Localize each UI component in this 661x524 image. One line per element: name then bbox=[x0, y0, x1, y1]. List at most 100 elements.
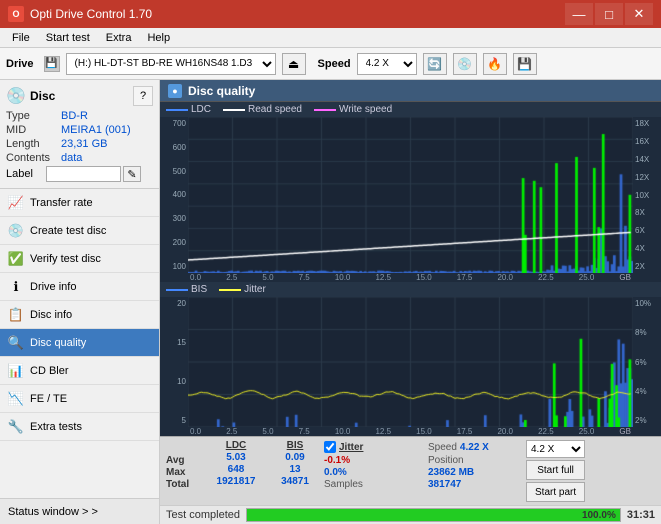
disc-quality-label: Disc quality bbox=[30, 337, 86, 349]
drive-icon: 💾 bbox=[44, 56, 60, 72]
sidebar-item-fe-te[interactable]: 📉 FE / TE bbox=[0, 385, 159, 413]
length-label: Length bbox=[6, 138, 61, 150]
sidebar-item-verify-test-disc[interactable]: ✅ Verify test disc bbox=[0, 245, 159, 273]
sidebar-item-extra-tests[interactable]: 🔧 Extra tests bbox=[0, 413, 159, 441]
jitter-max: 0.0% bbox=[324, 467, 424, 478]
legend-top: LDC Read speed Write speed bbox=[160, 102, 661, 117]
disc-quality-icon: 🔍 bbox=[8, 335, 24, 351]
disc-info-label: Disc info bbox=[30, 309, 72, 321]
fe-te-label: FE / TE bbox=[30, 393, 67, 405]
cd-bler-icon: 📊 bbox=[8, 363, 24, 379]
menu-extra[interactable]: Extra bbox=[98, 30, 140, 46]
top-y-axis-left: 700 600 500 400 300 200 100 bbox=[160, 117, 188, 273]
sidebar-item-transfer-rate[interactable]: 📈 Transfer rate bbox=[0, 189, 159, 217]
total-label: Total bbox=[166, 479, 202, 490]
start-full-button[interactable]: Start full bbox=[526, 460, 585, 480]
bottom-y-axis-right: 10% 8% 6% 4% 2% bbox=[633, 297, 661, 427]
write-speed-legend: Write speed bbox=[314, 104, 392, 115]
bis-total: 34871 bbox=[281, 476, 309, 487]
refresh-button[interactable]: 🔄 bbox=[423, 53, 447, 75]
bottom-chart-canvas bbox=[188, 297, 633, 427]
position-label: Position bbox=[428, 455, 518, 466]
samples-label: Samples bbox=[324, 479, 424, 490]
ldc-avg: 5.03 bbox=[226, 452, 245, 463]
right-panel: ● Disc quality LDC Read speed Write spee… bbox=[160, 80, 661, 524]
sidebar-item-disc-quality[interactable]: 🔍 Disc quality bbox=[0, 329, 159, 357]
top-x-axis: 0.02.55.07.510.012.515.017.520.022.525.0… bbox=[160, 273, 661, 282]
toolbar: Drive 💾 (H:) HL-DT-ST BD-RE WH16NS48 1.D… bbox=[0, 48, 661, 80]
contents-value: data bbox=[61, 152, 82, 164]
label-input[interactable] bbox=[46, 166, 121, 182]
extra-tests-icon: 🔧 bbox=[8, 419, 24, 435]
mid-label: MID bbox=[6, 124, 61, 136]
bis-avg: 0.09 bbox=[285, 452, 304, 463]
drive-info-label: Drive info bbox=[30, 281, 76, 293]
ldc-legend: LDC bbox=[166, 104, 211, 115]
bottom-chart-container: 20 15 10 5 10% 8% 6% 4% 2% bbox=[160, 297, 661, 427]
progress-fill bbox=[247, 509, 620, 521]
sidebar-item-cd-bler[interactable]: 📊 CD Bler bbox=[0, 357, 159, 385]
length-value: 23,31 GB bbox=[61, 138, 107, 150]
eject-button[interactable]: ⏏ bbox=[282, 53, 306, 75]
stats-labels-col: Avg Max Total bbox=[166, 440, 202, 490]
jitter-legend: Jitter bbox=[219, 284, 266, 295]
avg-label: Avg bbox=[166, 455, 202, 466]
disc-title: Disc bbox=[30, 89, 55, 103]
status-text: Test completed bbox=[166, 509, 240, 521]
disc-quality-header: ● Disc quality bbox=[160, 80, 661, 102]
title-bar: O Opti Drive Control 1.70 — □ ✕ bbox=[0, 0, 661, 28]
sidebar-item-create-test-disc[interactable]: 💿 Create test disc bbox=[0, 217, 159, 245]
status-window[interactable]: Status window > > bbox=[0, 498, 159, 524]
fe-te-icon: 📉 bbox=[8, 391, 24, 407]
disc-info-button[interactable]: ? bbox=[133, 86, 153, 106]
menu-file[interactable]: File bbox=[4, 30, 38, 46]
menu-help[interactable]: Help bbox=[139, 30, 178, 46]
disc-quality-header-icon: ● bbox=[168, 84, 182, 98]
close-button[interactable]: ✕ bbox=[625, 3, 653, 25]
burn-button[interactable]: 🔥 bbox=[483, 53, 507, 75]
ldc-col: LDC 5.03 648 1921817 bbox=[206, 440, 266, 487]
menu-bar: File Start test Extra Help bbox=[0, 28, 661, 48]
stats-area: Avg Max Total LDC 5.03 648 1921817 BIS 0… bbox=[160, 436, 661, 505]
app-icon: O bbox=[8, 6, 24, 22]
jitter-legend-label: Jitter bbox=[244, 284, 266, 295]
bis-legend: BIS bbox=[166, 284, 207, 295]
disc-quality-title: Disc quality bbox=[188, 84, 255, 98]
speed-label: Speed bbox=[318, 58, 351, 70]
mid-value: MEIRA1 (001) bbox=[61, 124, 131, 136]
bis-max: 13 bbox=[289, 464, 300, 475]
drive-select[interactable]: (H:) HL-DT-ST BD-RE WH16NS48 1.D3 bbox=[66, 53, 276, 75]
create-test-disc-label: Create test disc bbox=[30, 225, 106, 237]
speed-select[interactable]: 4.2 X bbox=[357, 53, 417, 75]
disc-button[interactable]: 💿 bbox=[453, 53, 477, 75]
top-y-axis-right: 18X 16X 14X 12X 10X 8X 6X 4X 2X bbox=[633, 117, 661, 273]
ldc-legend-label: LDC bbox=[191, 104, 211, 115]
main-content: 💿 Disc ? Type BD-R MID MEIRA1 (001) Leng… bbox=[0, 80, 661, 524]
maximize-button[interactable]: □ bbox=[595, 3, 623, 25]
speed-position-col: Speed 4.22 X Position 23862 MB 381747 bbox=[428, 440, 518, 490]
drive-info-icon: ℹ bbox=[8, 279, 24, 295]
top-chart-canvas bbox=[188, 117, 633, 273]
legend-bottom: BIS Jitter bbox=[160, 282, 661, 297]
minimize-button[interactable]: — bbox=[565, 3, 593, 25]
start-part-button[interactable]: Start part bbox=[526, 482, 585, 502]
label-button[interactable]: ✎ bbox=[123, 166, 141, 182]
max-label: Max bbox=[166, 467, 202, 478]
time-display: 31:31 bbox=[627, 509, 655, 521]
jitter-checkbox[interactable] bbox=[324, 441, 336, 453]
speed-dropdown[interactable]: 4.2 X bbox=[526, 440, 585, 458]
app-title: Opti Drive Control 1.70 bbox=[30, 7, 565, 21]
menu-start-test[interactable]: Start test bbox=[38, 30, 98, 46]
speed-stat-label: Speed bbox=[428, 442, 457, 453]
transfer-rate-icon: 📈 bbox=[8, 195, 24, 211]
save-button[interactable]: 💾 bbox=[513, 53, 537, 75]
bis-legend-label: BIS bbox=[191, 284, 207, 295]
sidebar: 💿 Disc ? Type BD-R MID MEIRA1 (001) Leng… bbox=[0, 80, 160, 524]
bis-header: BIS bbox=[287, 440, 304, 451]
contents-label: Contents bbox=[6, 152, 61, 164]
sidebar-item-disc-info[interactable]: 📋 Disc info bbox=[0, 301, 159, 329]
jitter-header: Jitter bbox=[339, 442, 363, 453]
window-controls: — □ ✕ bbox=[565, 3, 653, 25]
sidebar-item-drive-info[interactable]: ℹ Drive info bbox=[0, 273, 159, 301]
verify-test-disc-icon: ✅ bbox=[8, 251, 24, 267]
